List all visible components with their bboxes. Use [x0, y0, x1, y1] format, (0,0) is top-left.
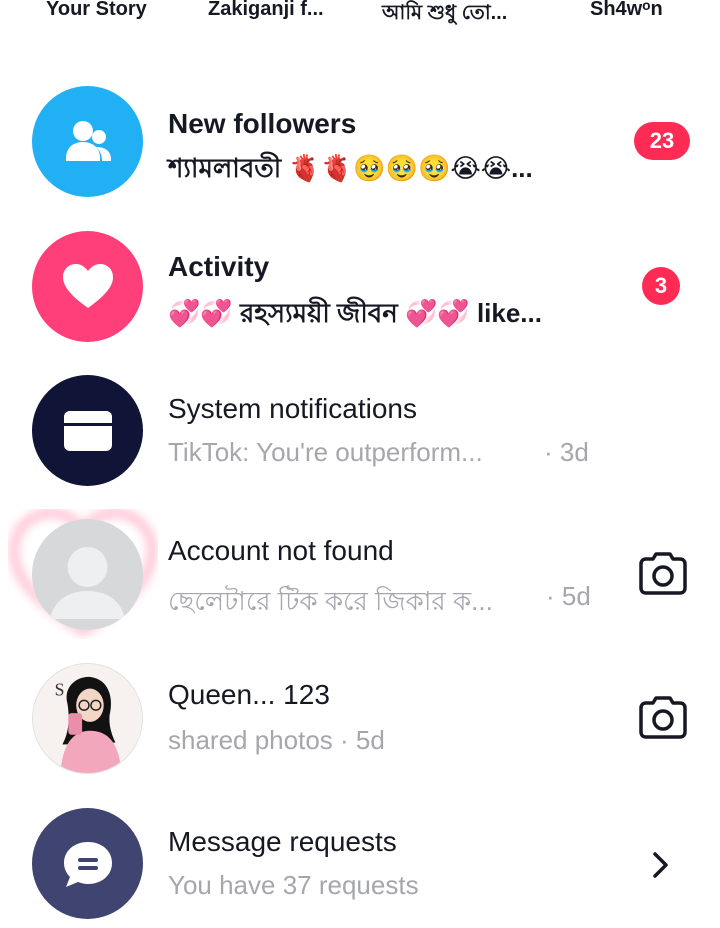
inbox-icon: [63, 410, 112, 451]
stories-bar: Your Story Zakiganji f... আমি শুধু তো...…: [0, 0, 720, 30]
row-queen[interactable]: S Queen... 123 shared photos · 5d: [0, 663, 720, 783]
new-followers-title: New followers: [168, 108, 357, 139]
row-activity[interactable]: Activity 💞💞 রহস্যময়ী জীবন 💞💞 like... 3: [0, 231, 720, 351]
new-followers-count-badge: 23: [634, 122, 690, 160]
default-user-icon: [32, 519, 143, 630]
new-followers-preview: শ্যামলাবতী 🫀🫀🥹🥹🥹😭😭...: [168, 153, 533, 183]
story-sh4won[interactable]: Sh4wᵒn: [590, 0, 663, 21]
profile-photo-icon: S: [33, 664, 142, 773]
svg-text:S: S: [55, 679, 65, 699]
account-not-found-title: Account not found: [168, 535, 394, 566]
row-message-requests[interactable]: Message requests You have 37 requests: [0, 808, 720, 928]
queen-title: Queen... 123: [168, 679, 330, 710]
story-your-story[interactable]: Your Story: [46, 0, 147, 21]
activity-avatar: [32, 231, 143, 342]
camera-icon[interactable]: [638, 695, 688, 741]
queen-preview: shared photos · 5d: [168, 725, 385, 755]
system-notifications-title: System notifications: [168, 393, 417, 424]
message-requests-avatar: [32, 808, 143, 919]
users-icon: [65, 120, 111, 161]
account-not-found-time: · 5d: [546, 581, 591, 611]
message-requests-preview: You have 37 requests: [168, 870, 419, 900]
system-notifications-time: · 3d: [544, 437, 589, 467]
row-new-followers[interactable]: New followers শ্যামলাবতী 🫀🫀🥹🥹🥹😭😭... 23: [0, 86, 720, 206]
row-system-notifications[interactable]: System notifications TikTok: You're outp…: [0, 375, 720, 495]
story-zakiganji[interactable]: Zakiganji f...: [208, 0, 324, 21]
row-account-not-found[interactable]: Account not found ছেলেটারে টিক করে জিকার…: [0, 509, 720, 639]
system-notifications-preview: TikTok: You're outperform...: [168, 437, 483, 467]
story-ami-shudhu[interactable]: আমি শুধু তো...: [382, 0, 507, 31]
queen-avatar: S: [32, 663, 143, 774]
heart-icon: [62, 263, 113, 308]
camera-icon[interactable]: [638, 551, 688, 597]
chat-bubble-icon: [63, 841, 112, 887]
message-requests-title: Message requests: [168, 826, 397, 857]
activity-count-badge: 3: [642, 267, 680, 305]
account-not-found-preview: ছেলেটারে টিক করে জিকার ক...: [168, 586, 493, 616]
chevron-right-icon[interactable]: [650, 850, 672, 880]
new-followers-avatar: [32, 86, 143, 197]
account-not-found-avatar: [32, 519, 143, 630]
activity-preview: 💞💞 রহস্যময়ী জীবন 💞💞 like...: [168, 298, 542, 328]
activity-title: Activity: [168, 251, 270, 282]
system-notifications-avatar: [32, 375, 143, 486]
